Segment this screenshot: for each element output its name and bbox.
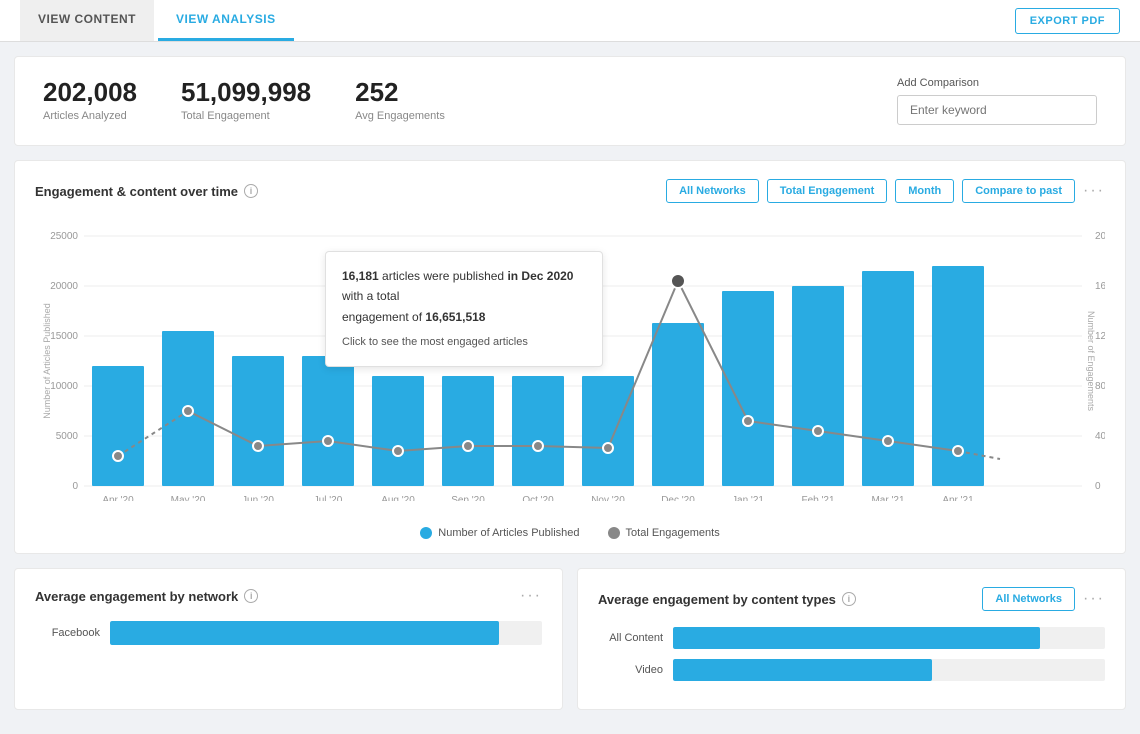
network-panel: Average engagement by network i ··· Face…	[14, 568, 563, 710]
all-content-label: All Content	[598, 632, 663, 644]
articles-stat: 202,008 Articles Analyzed	[43, 77, 137, 122]
avg-label: Avg Engagements	[355, 110, 445, 122]
chart-more-icon[interactable]: ···	[1083, 182, 1105, 200]
svg-text:20000000: 20000000	[1095, 231, 1105, 242]
video-bar-fill	[673, 659, 932, 681]
engagement-label: Total Engagement	[181, 110, 311, 122]
tooltip-bold-date: in Dec 2020	[507, 269, 573, 283]
svg-text:4000000: 4000000	[1095, 431, 1105, 442]
content-type-more-icon[interactable]: ···	[1083, 590, 1105, 608]
svg-text:Apr '20: Apr '20	[102, 495, 134, 501]
content-type-panel: Average engagement by content types i Al…	[577, 568, 1126, 710]
video-bar-row: Video	[598, 659, 1105, 681]
tooltip-line1: 16,181 articles were published in Dec 20…	[342, 266, 586, 307]
tooltip-click-text[interactable]: Click to see the most engaged articles	[342, 333, 586, 352]
chart-title: Engagement & content over time i	[35, 184, 258, 199]
legend-engagements-dot	[608, 527, 620, 539]
tooltip-line2: engagement of 16,651,518	[342, 307, 586, 327]
top-bar: VIEW CONTENT VIEW ANALYSIS EXPORT PDF	[0, 0, 1140, 42]
export-pdf-button[interactable]: EXPORT PDF	[1015, 8, 1120, 34]
all-content-bar-row: All Content	[598, 627, 1105, 649]
all-networks-content-button[interactable]: All Networks	[982, 587, 1075, 611]
network-panel-header: Average engagement by network i ···	[35, 587, 542, 605]
video-bar-track	[673, 659, 1105, 681]
chart-title-text: Engagement & content over time	[35, 184, 238, 199]
svg-text:0: 0	[72, 481, 78, 492]
svg-text:10000: 10000	[50, 381, 78, 392]
facebook-bar-track	[110, 621, 542, 645]
content-type-title-text: Average engagement by content types	[598, 592, 836, 607]
svg-text:Aug '20: Aug '20	[381, 495, 415, 501]
stats-panel: 202,008 Articles Analyzed 51,099,998 Tot…	[14, 56, 1126, 146]
all-content-bar-fill	[673, 627, 1040, 649]
articles-label: Articles Analyzed	[43, 110, 137, 122]
tooltip-text1: articles were published	[379, 269, 508, 283]
tabs: VIEW CONTENT VIEW ANALYSIS	[20, 0, 294, 41]
avg-value: 252	[355, 77, 445, 108]
chart-legend: Number of Articles Published Total Engag…	[35, 527, 1105, 543]
avg-stat: 252 Avg Engagements	[355, 77, 445, 122]
tab-view-analysis[interactable]: VIEW ANALYSIS	[158, 0, 294, 41]
keyword-input[interactable]	[897, 95, 1097, 125]
content-type-panel-title: Average engagement by content types i	[598, 592, 856, 607]
svg-text:25000: 25000	[50, 231, 78, 242]
svg-text:Apr '21: Apr '21	[942, 495, 974, 501]
facebook-bar-fill	[110, 621, 499, 645]
network-title-text: Average engagement by network	[35, 589, 238, 604]
svg-text:May '20: May '20	[171, 495, 206, 501]
legend-articles-dot	[420, 527, 432, 539]
svg-text:0: 0	[1095, 481, 1101, 492]
content-type-info-icon[interactable]: i	[842, 592, 856, 606]
content-type-panel-header: Average engagement by content types i Al…	[598, 587, 1105, 611]
svg-text:15000: 15000	[50, 331, 78, 342]
facebook-bar-row: Facebook	[35, 621, 542, 645]
add-comparison: Add Comparison	[897, 77, 1097, 125]
svg-text:Dec '20: Dec '20	[661, 495, 695, 501]
svg-text:Number of Engagements: Number of Engagements	[1086, 311, 1096, 412]
bottom-panels: Average engagement by network i ··· Face…	[14, 568, 1126, 710]
compare-to-past-button[interactable]: Compare to past	[962, 179, 1075, 203]
svg-text:20000: 20000	[50, 281, 78, 292]
video-label: Video	[598, 664, 663, 676]
tooltip-engagement-pre: engagement of	[342, 310, 425, 324]
tab-view-content[interactable]: VIEW CONTENT	[20, 0, 154, 41]
all-content-bar-track	[673, 627, 1105, 649]
articles-value: 202,008	[43, 77, 137, 108]
engagement-value: 51,099,998	[181, 77, 311, 108]
chart-info-icon[interactable]: i	[244, 184, 258, 198]
legend-engagements: Total Engagements	[608, 527, 720, 539]
svg-text:Number of Articles Published: Number of Articles Published	[42, 303, 52, 419]
legend-articles-label: Number of Articles Published	[438, 527, 579, 539]
network-panel-title: Average engagement by network i	[35, 589, 258, 604]
chart-controls: All Networks Total Engagement Month Comp…	[666, 179, 1105, 203]
svg-text:Feb '21: Feb '21	[801, 495, 834, 501]
svg-text:Mar '21: Mar '21	[871, 495, 904, 501]
all-networks-button[interactable]: All Networks	[666, 179, 759, 203]
tooltip-num: 16,181	[342, 269, 379, 283]
total-engagement-button[interactable]: Total Engagement	[767, 179, 888, 203]
legend-articles: Number of Articles Published	[420, 527, 579, 539]
svg-text:Oct '20: Oct '20	[522, 495, 554, 501]
chart-area: 0 5000 10000 15000 20000 25000 0 4000000…	[35, 211, 1105, 521]
month-button[interactable]: Month	[895, 179, 954, 203]
tooltip-engagement-val: 16,651,518	[425, 310, 485, 324]
svg-text:Sep '20: Sep '20	[451, 495, 485, 501]
svg-text:Jan '21: Jan '21	[732, 495, 764, 501]
tooltip-text-end: with a total	[342, 289, 399, 303]
chart-tooltip: 16,181 articles were published in Dec 20…	[325, 251, 603, 367]
main-chart-panel: Engagement & content over time i All Net…	[14, 160, 1126, 554]
network-info-icon[interactable]: i	[244, 589, 258, 603]
facebook-label: Facebook	[35, 627, 100, 639]
svg-text:5000: 5000	[56, 431, 79, 442]
svg-text:16000000: 16000000	[1095, 281, 1105, 292]
svg-text:Jul '20: Jul '20	[314, 495, 343, 501]
chart-header: Engagement & content over time i All Net…	[35, 179, 1105, 203]
content-type-controls: All Networks ···	[982, 587, 1105, 611]
engagement-stat: 51,099,998 Total Engagement	[181, 77, 311, 122]
svg-text:Jun '20: Jun '20	[242, 495, 274, 501]
legend-engagements-label: Total Engagements	[626, 527, 720, 539]
svg-text:Nov '20: Nov '20	[591, 495, 625, 501]
network-more-icon[interactable]: ···	[520, 587, 542, 605]
add-comparison-label: Add Comparison	[897, 77, 1097, 89]
